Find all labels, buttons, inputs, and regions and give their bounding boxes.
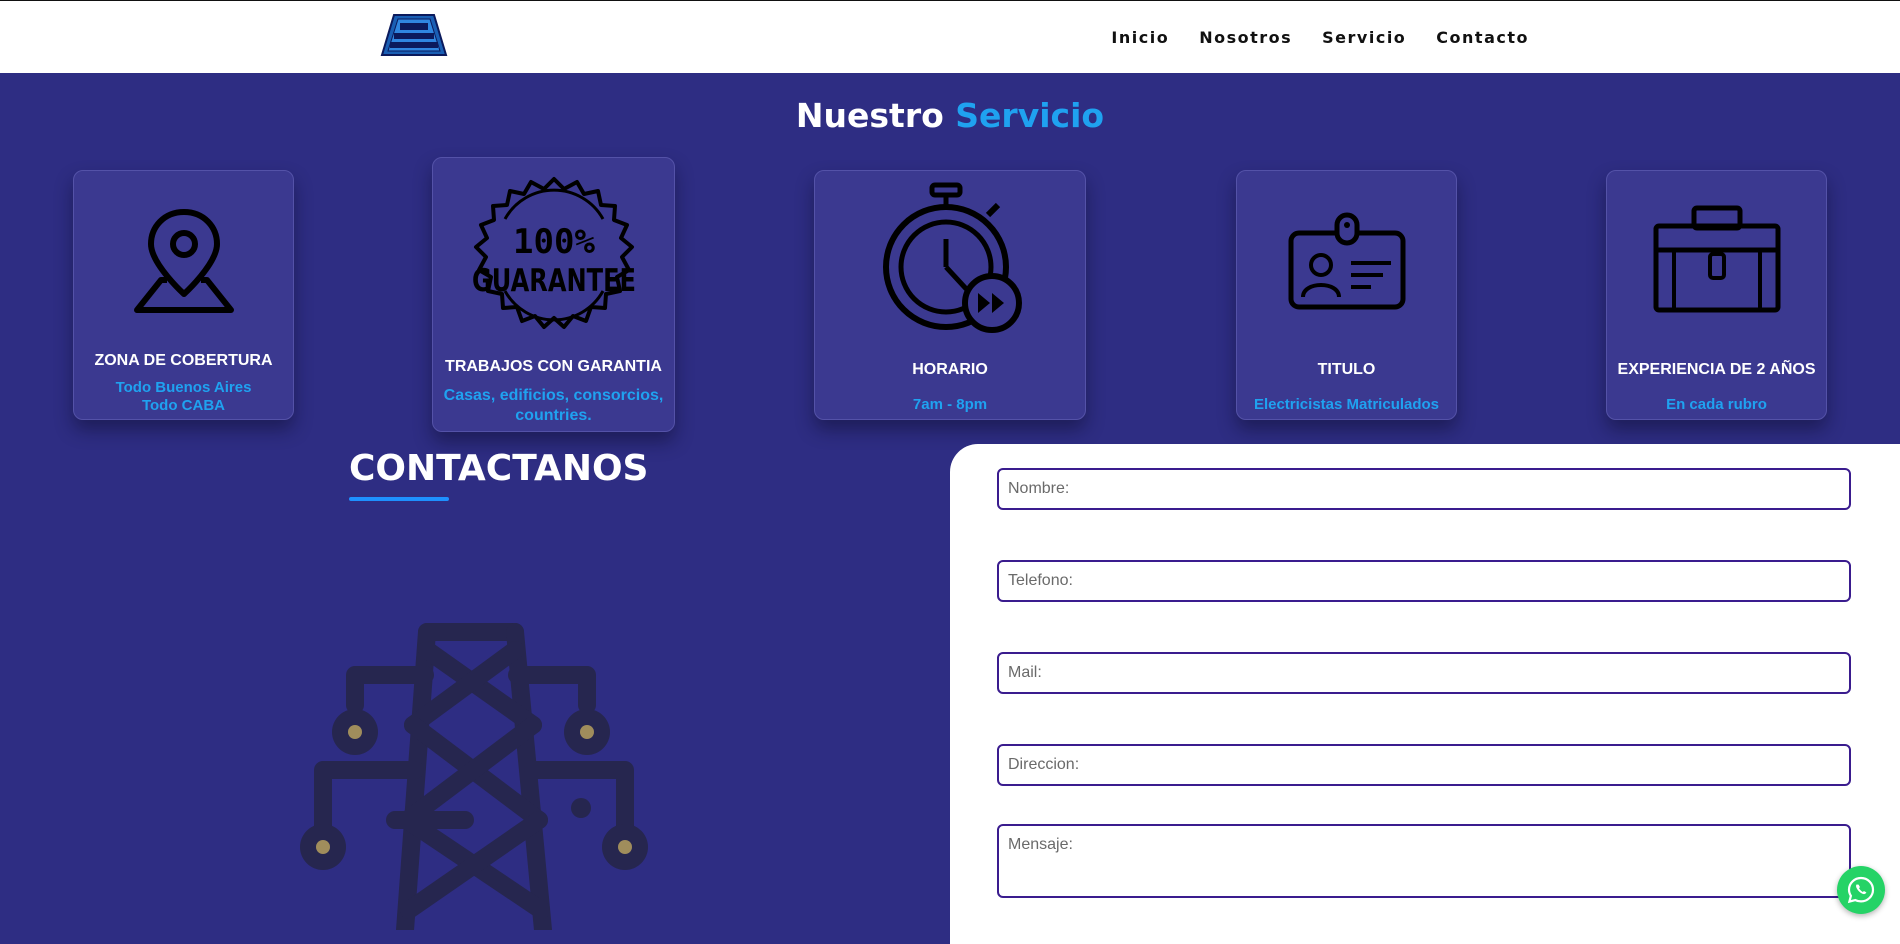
direccion-field[interactable] [997,744,1851,786]
nombre-field[interactable] [997,468,1851,510]
whatsapp-icon [1847,876,1875,904]
service-card-cobertura: ZONA DE COBERTURA Todo Buenos Aires Todo… [73,170,294,420]
service-card-titulo: TITULO Electricistas Matriculados [1236,170,1457,420]
id-badge-icon [1288,212,1405,310]
section-title: Nuestro Servicio [0,96,1900,135]
card-title: EXPERIENCIA DE 2 AÑOS [1617,361,1816,378]
location-pin-icon [133,209,234,313]
card-line1: 7am - 8pm [912,396,988,413]
main-nav: Inicio Nosotros Servicio Contacto [1111,28,1529,47]
badge-text-guarantee: GUARANTEE [472,263,636,299]
electric-tower-illustration [300,623,648,930]
card-line1: En cada rubro [1666,396,1767,413]
nav-nosotros[interactable]: Nosotros [1199,28,1292,47]
card-line1: Casas, edificios, consorcios, [443,387,664,404]
briefcase-icon [1653,205,1780,313]
mensaje-field[interactable] [997,824,1851,898]
service-card-experiencia: EXPERIENCIA DE 2 AÑOS En cada rubro [1606,170,1827,420]
nav-servicio[interactable]: Servicio [1322,28,1406,47]
guarantee-badge-icon: 100% GUARANTEE [472,177,636,329]
title-underline [349,497,449,501]
whatsapp-button[interactable] [1837,866,1885,914]
service-card-horario: HORARIO 7am - 8pm [814,170,1086,420]
site-logo[interactable] [380,13,448,57]
service-card-garantia: 100% GUARANTEE TRABAJOS CON GARANTIA Cas… [432,157,675,432]
section-title-part1: Nuestro [795,96,944,135]
card-line2: countries. [515,407,592,424]
card-title: ZONA DE COBERTURA [94,352,273,369]
card-line1: Electricistas Matriculados [1253,396,1440,413]
card-line2: Todo CABA [141,397,226,414]
card-title: TITULO [1317,361,1376,378]
contact-title: CONTACTANOS [349,448,649,489]
telefono-field[interactable] [997,560,1851,602]
card-title: TRABAJOS CON GARANTIA [445,358,662,375]
section-title-part2: Servicio [955,96,1105,135]
site-header: Inicio Nosotros Servicio Contacto [0,1,1900,73]
stopwatch-icon [883,182,1022,333]
card-line1: Todo Buenos Aires [115,379,252,396]
nav-inicio[interactable]: Inicio [1111,28,1169,47]
mail-field[interactable] [997,652,1851,694]
nav-contacto[interactable]: Contacto [1436,28,1529,47]
card-title: HORARIO [912,361,988,378]
badge-text-100: 100% [513,222,595,262]
